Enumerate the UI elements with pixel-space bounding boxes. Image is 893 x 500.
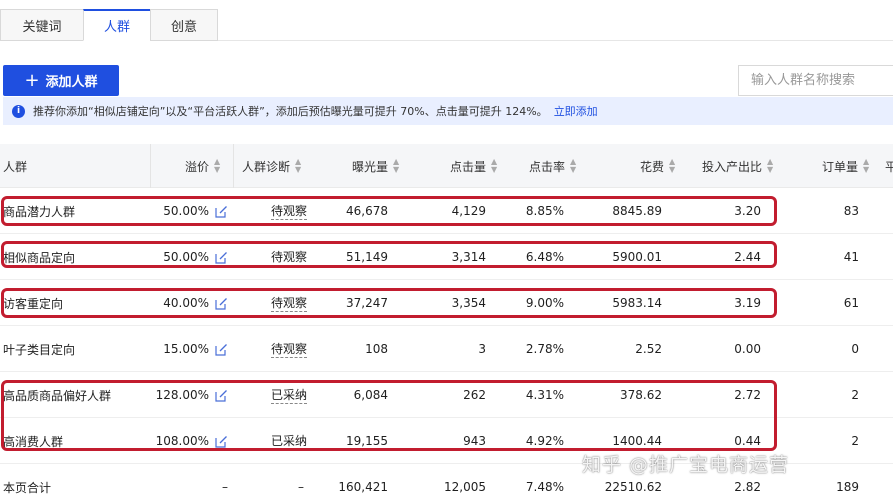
- col-audience: 人群: [3, 159, 28, 174]
- sort-icon: ▲ ▼: [214, 157, 221, 174]
- ctr-cell: 7.48%: [525, 480, 564, 494]
- audience-name: 叶子类目定向: [3, 342, 76, 357]
- col-ctr[interactable]: 点击率 ▲ ▼: [529, 144, 576, 188]
- orders-cell: 83: [843, 204, 859, 218]
- highlight-box: [1, 241, 777, 268]
- impressions-cell: 108: [365, 342, 388, 356]
- orders-cell: 0: [851, 342, 859, 356]
- sort-icon: ▲ ▼: [491, 157, 498, 174]
- orders-cell: 2: [851, 434, 859, 448]
- info-icon: i: [12, 104, 25, 118]
- audience-search-input[interactable]: [738, 65, 893, 96]
- orders-cell: 189: [836, 480, 859, 494]
- sort-icon: ▲ ▼: [767, 157, 774, 174]
- tab-audience[interactable]: 人群: [83, 9, 151, 41]
- col-orders[interactable]: 订单量 ▲ ▼: [822, 144, 869, 188]
- sort-icon: ▲ ▼: [669, 157, 676, 174]
- roi-cell: 0.00: [734, 342, 761, 356]
- premium-cell: 15.00%: [120, 326, 228, 372]
- col-diagnosis[interactable]: 人群诊断 ▲ ▼: [242, 144, 301, 188]
- orders-cell: 61: [843, 296, 859, 310]
- edit-icon[interactable]: [215, 343, 228, 356]
- sort-icon: ▲ ▼: [570, 157, 577, 174]
- recommendation-text: 推荐你添加“相似店铺定向”以及“平台活跃人群”，添加后预估曝光量可提升 70%、…: [33, 105, 548, 118]
- tab-bar: 关键词 人群 创意: [0, 9, 218, 41]
- ctr-cell: 2.78%: [525, 342, 564, 356]
- sort-icon: ▲ ▼: [393, 157, 400, 174]
- col-clicks[interactable]: 点击量 ▲ ▼: [450, 144, 497, 188]
- plus-icon: +: [24, 70, 40, 91]
- col-roi[interactable]: 投入产出比 ▲ ▼: [702, 144, 773, 188]
- col-more: 平: [885, 159, 893, 174]
- col-impressions[interactable]: 曝光量 ▲ ▼: [352, 144, 399, 188]
- tab-divider: [218, 40, 893, 41]
- sort-icon: ▲ ▼: [295, 157, 302, 174]
- premium-cell: –: [222, 480, 228, 494]
- col-premium[interactable]: 溢价 ▲ ▼: [185, 144, 220, 188]
- clicks-cell: 12,005: [444, 480, 486, 494]
- total-label: 本页合计: [3, 480, 52, 495]
- table-row: 叶子类目定向 15.00% 待观察 108 3 2.78% 2.52 0.00 …: [0, 326, 893, 372]
- clicks-cell: 3: [478, 342, 486, 356]
- tab-creative[interactable]: 创意: [150, 9, 218, 41]
- highlight-box: [1, 288, 777, 318]
- tab-keywords[interactable]: 关键词: [0, 9, 84, 41]
- table-header: 人群 溢价 ▲ ▼ 人群诊断 ▲ ▼ 曝光量 ▲ ▼ 点击量 ▲ ▼ 点击率 ▲ ▼ 花费 ▲ ▼ 投入…: [0, 144, 893, 188]
- orders-cell: 41: [843, 250, 859, 264]
- col-cost[interactable]: 花费 ▲ ▼: [640, 144, 675, 188]
- add-audience-label: 添加人群: [45, 75, 98, 90]
- recommendation-banner: i 推荐你添加“相似店铺定向”以及“平台活跃人群”，添加后预估曝光量可提升 70…: [3, 97, 893, 125]
- add-now-link[interactable]: 立即添加: [554, 103, 598, 119]
- cost-cell: 2.52: [635, 342, 662, 356]
- sort-icon: ▲ ▼: [863, 157, 870, 174]
- highlight-box: [1, 380, 777, 451]
- orders-cell: 2: [851, 388, 859, 402]
- impressions-cell: 160,421: [338, 480, 388, 494]
- add-audience-button[interactable]: + 添加人群: [3, 65, 119, 96]
- highlight-box: [1, 196, 777, 226]
- watermark: 知乎 @推广宝电商运营: [582, 454, 790, 476]
